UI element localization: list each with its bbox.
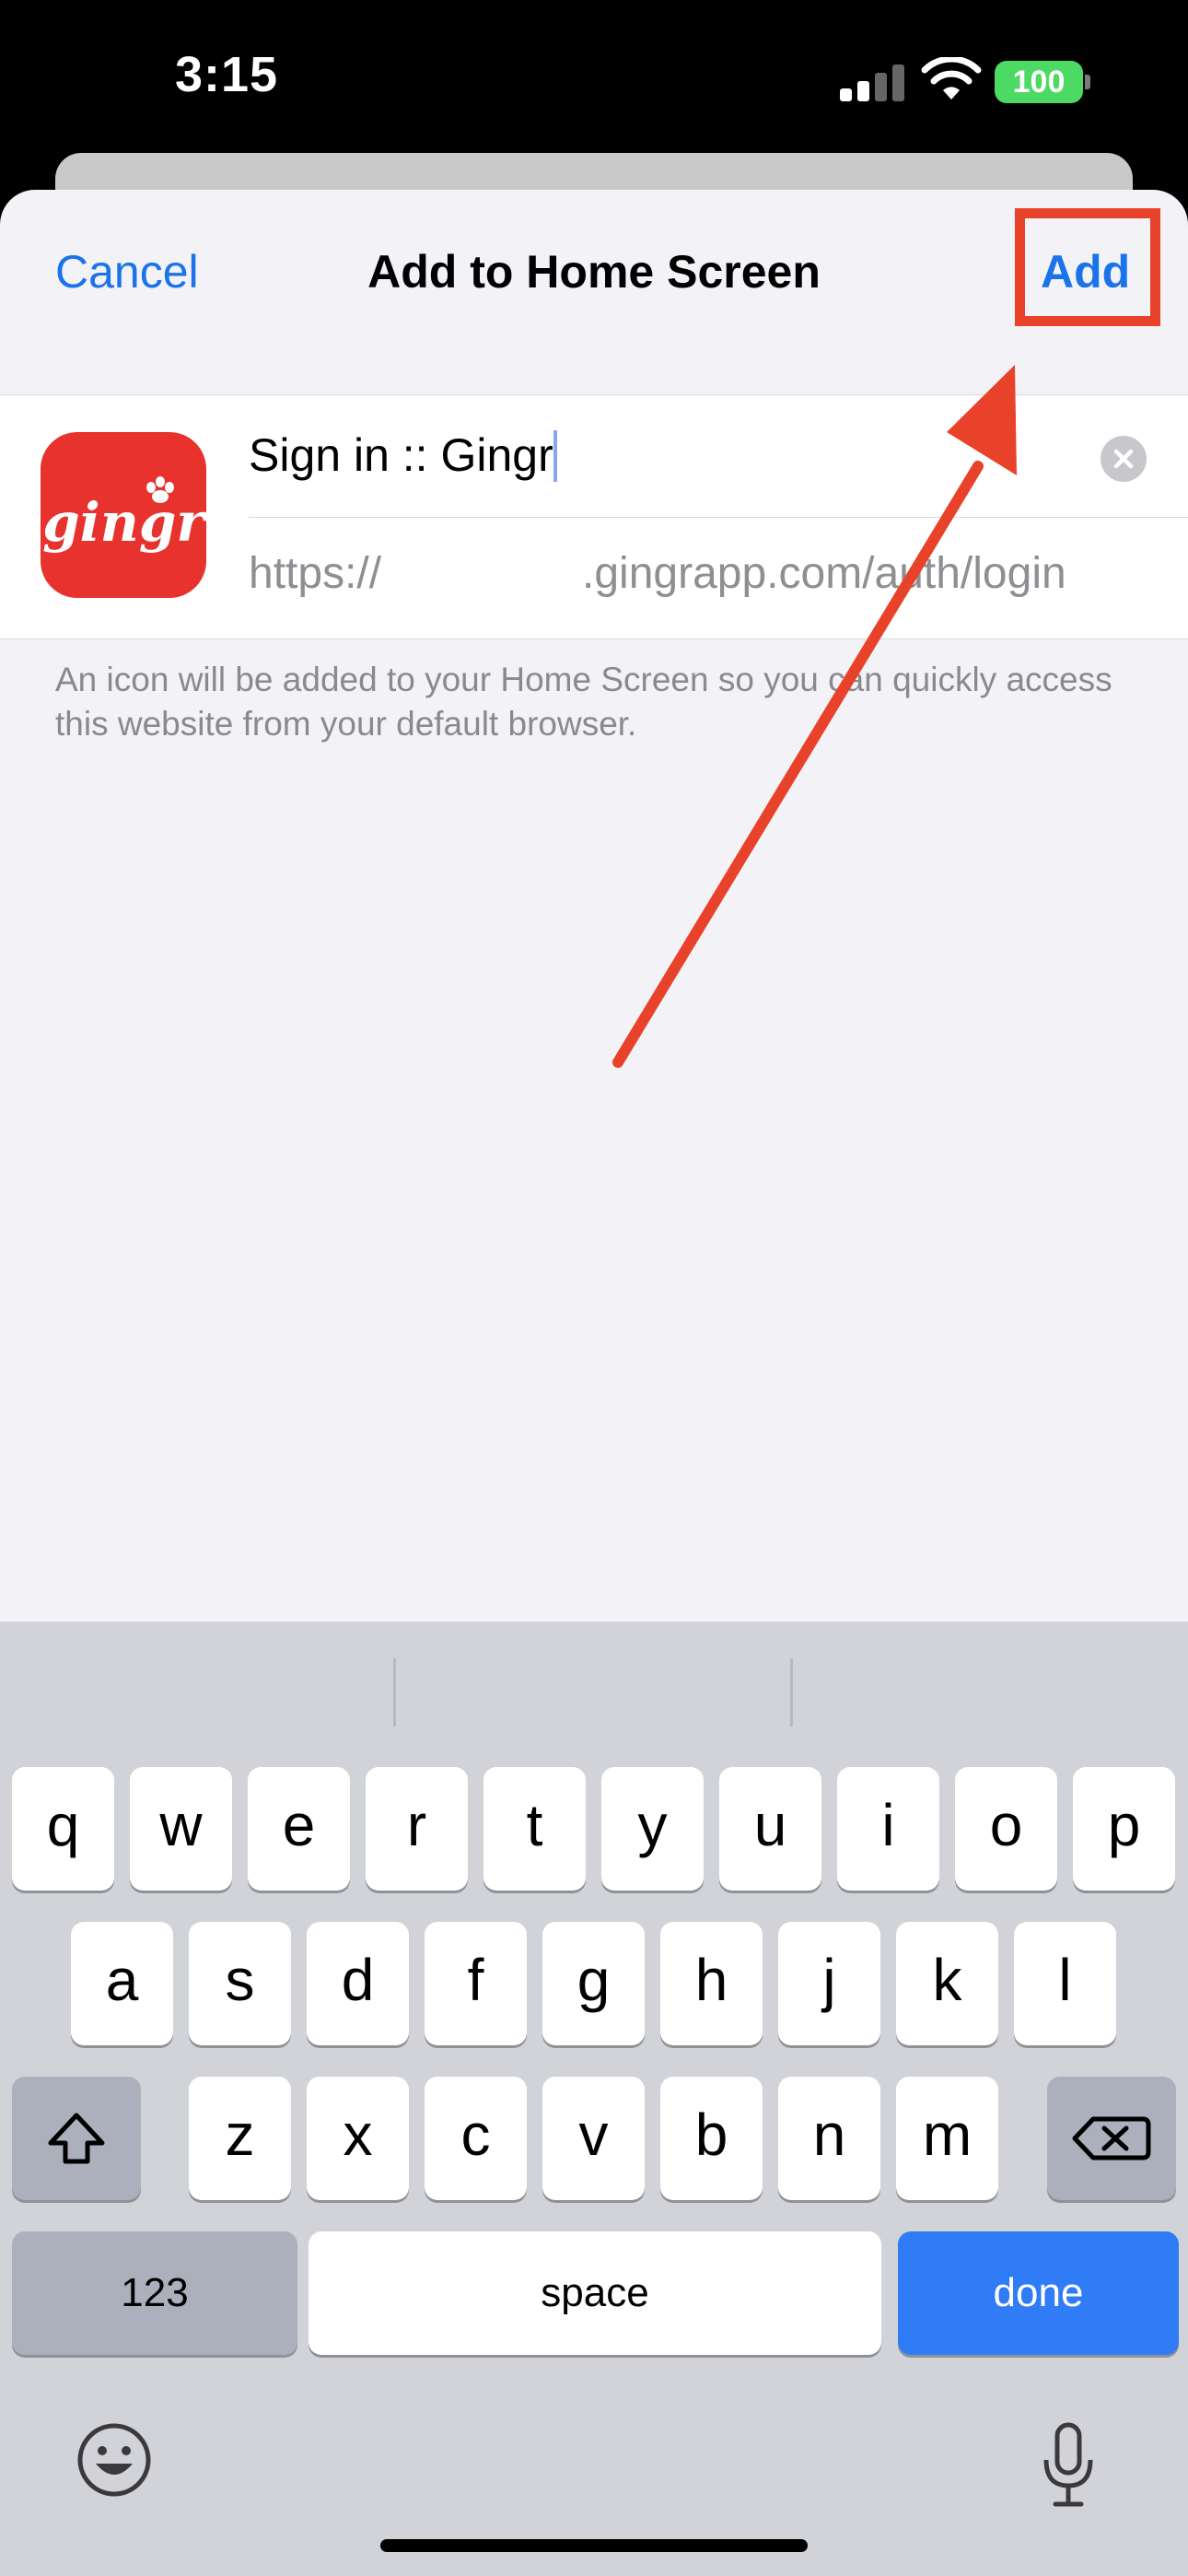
form-divider	[249, 517, 1188, 518]
shift-arrow-icon	[48, 2113, 105, 2164]
key-i[interactable]: i	[837, 1767, 939, 1891]
key-y[interactable]: y	[601, 1767, 704, 1891]
key-f[interactable]: f	[425, 1922, 527, 2045]
status-time: 3:15	[175, 47, 279, 102]
key-s[interactable]: s	[189, 1922, 291, 2045]
key-q[interactable]: q	[12, 1767, 114, 1891]
key-k[interactable]: k	[896, 1922, 998, 2045]
key-n[interactable]: n	[778, 2077, 880, 2200]
clear-x-icon	[1113, 449, 1134, 469]
home-indicator	[380, 2539, 808, 2552]
wifi-icon	[921, 57, 982, 100]
key-j[interactable]: j	[778, 1922, 880, 2045]
key-l[interactable]: l	[1014, 1922, 1116, 2045]
key-u[interactable]: u	[719, 1767, 821, 1891]
footnote-text: An icon will be added to your Home Scree…	[55, 661, 1112, 743]
bookmark-form: gingr https:// .gingrapp.com/auth/login	[0, 394, 1188, 639]
app-icon-label: gingr	[42, 491, 206, 554]
shift-key[interactable]	[12, 2077, 141, 2200]
key-g[interactable]: g	[542, 1922, 645, 2045]
cellular-signal-icon	[840, 63, 904, 101]
key-h[interactable]: h	[660, 1922, 763, 2045]
suggestion-divider	[393, 1658, 396, 1727]
text-caret	[553, 430, 557, 482]
key-z[interactable]: z	[189, 2077, 291, 2200]
key-p[interactable]: p	[1073, 1767, 1175, 1891]
app-icon: gingr	[41, 432, 206, 598]
key-e[interactable]: e	[248, 1767, 350, 1891]
key-o[interactable]: o	[955, 1767, 1057, 1891]
key-m[interactable]: m	[896, 2077, 998, 2200]
key-v[interactable]: v	[542, 2077, 645, 2200]
key-b[interactable]: b	[660, 2077, 763, 2200]
backspace-icon	[1072, 2116, 1151, 2160]
key-x[interactable]: x	[307, 2077, 409, 2200]
gingr-logo-icon: gingr	[42, 476, 206, 554]
key-r[interactable]: r	[366, 1767, 468, 1891]
microphone-icon[interactable]	[1041, 2421, 1096, 2510]
key-t[interactable]: t	[483, 1767, 586, 1891]
key-c[interactable]: c	[425, 2077, 527, 2200]
suggestion-divider	[790, 1658, 793, 1727]
battery-tip	[1085, 75, 1090, 89]
key-d[interactable]: d	[307, 1922, 409, 2045]
key-a[interactable]: a	[71, 1922, 173, 2045]
clear-text-button[interactable]	[1101, 436, 1147, 482]
space-key[interactable]: space	[309, 2231, 881, 2355]
battery-indicator: 100	[995, 61, 1083, 103]
url-prefix: https://	[249, 549, 382, 598]
backspace-key[interactable]	[1047, 2077, 1176, 2200]
emoji-icon[interactable]	[76, 2421, 153, 2499]
key-w[interactable]: w	[130, 1767, 232, 1891]
status-bar: 3:15 100	[0, 0, 1188, 157]
done-key[interactable]: done	[898, 2231, 1179, 2355]
annotation-arrow	[612, 365, 1017, 1068]
keyboard: q w e r t y u i o p a s d f g h j k l z …	[0, 1622, 1188, 2576]
numbers-key[interactable]: 123	[12, 2231, 297, 2355]
cancel-button[interactable]: Cancel	[55, 245, 199, 299]
bookmark-name-input[interactable]	[249, 423, 1077, 487]
add-button-highlight-box	[1015, 208, 1160, 326]
url-host: .gingrapp.com/auth/login	[582, 549, 1066, 598]
